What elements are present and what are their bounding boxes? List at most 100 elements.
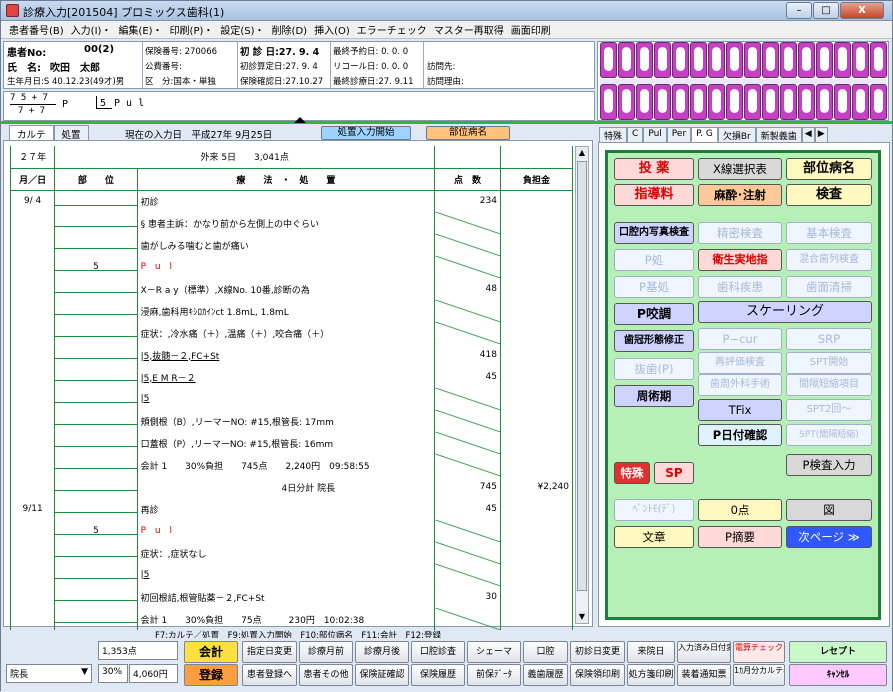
tooth-icon[interactable] (690, 42, 707, 78)
rtab-pul[interactable]: Pul (643, 127, 667, 142)
tooth-icon[interactable] (780, 42, 797, 78)
table-row[interactable]: 5P u l (9, 520, 574, 542)
p-cur-button[interactable]: P−cur (698, 328, 782, 350)
tooth-icon[interactable] (672, 42, 689, 78)
oral-button[interactable]: 口腔 (523, 641, 568, 663)
rtab-kesson-br[interactable]: 欠損Br (717, 127, 756, 142)
tooth-icon[interactable] (870, 84, 887, 120)
dental-disease-button[interactable]: 歯科疾患 (698, 276, 782, 298)
maximize-button[interactable]: □ (813, 2, 839, 19)
tab-scroll-left-icon[interactable]: ◀ (801, 127, 815, 142)
tokushu-button[interactable]: 特殊 (614, 462, 650, 484)
karte-scrollbar[interactable]: ▲ ▼ (575, 146, 589, 624)
precise-exam-button[interactable]: 精密検査 (698, 222, 782, 244)
rtab-c[interactable]: C (627, 127, 644, 142)
table-row[interactable]: 会計 1 30%負担 745点 2,240円 09:58:55 (9, 454, 574, 476)
table-row[interactable]: |5 (9, 564, 574, 586)
scroll-thumb[interactable] (577, 161, 587, 591)
visit-date-button[interactable]: 来院日 (627, 641, 675, 663)
tooth-icon[interactable] (618, 84, 635, 120)
table-row[interactable]: 浸麻,歯科用ｷｼﾛｶｲﾝct 1.8mL, 1.8mL (9, 300, 574, 322)
interval-short-button[interactable]: 間隔短縮項目 (786, 374, 872, 396)
scroll-up-icon[interactable]: ▲ (576, 147, 588, 159)
patient-other-button[interactable]: 患者その他 (299, 664, 353, 686)
tooth-icon[interactable] (834, 42, 851, 78)
table-row[interactable]: 初回根詰,根管貼薬－２,FC+St 30 (9, 586, 574, 608)
sp-button[interactable]: SP (654, 462, 694, 484)
tooth-icon[interactable] (762, 84, 779, 120)
insurance-receipt-print-button[interactable]: 保険領印刷 (570, 664, 625, 686)
upper-teeth-row[interactable] (600, 42, 887, 78)
tooth-icon[interactable] (762, 42, 779, 78)
prescription-print-button[interactable]: 処方箋印刷 (627, 664, 675, 686)
fitting-notice-button[interactable]: 装着通知票 (677, 664, 731, 686)
shido-button[interactable]: 指導料 (614, 184, 694, 206)
menu-print[interactable]: 印刷(P)・ (170, 22, 214, 37)
rtab-pg[interactable]: P. G (691, 127, 718, 142)
tooth-icon[interactable] (600, 42, 617, 78)
srp-button[interactable]: SRP (786, 328, 872, 350)
extraction-p-button[interactable]: 抜歯(P) (614, 358, 694, 380)
toroku-button[interactable]: 登録 (184, 664, 238, 686)
table-row[interactable]: |5,抜髄－２,FC+St 418 (9, 344, 574, 366)
spt-start-button[interactable]: SPT開始 (786, 352, 872, 374)
toyaku-button[interactable]: 投 薬 (614, 158, 694, 180)
table-row[interactable]: 症状：,症状なし (9, 542, 574, 564)
xray-select-button[interactable]: X線選択表 (698, 158, 782, 180)
tooth-icon[interactable] (636, 42, 653, 78)
perio-surgery-button[interactable]: 歯周外科手術 (698, 374, 782, 396)
tooth-icon[interactable] (672, 84, 689, 120)
insurance-history-button[interactable]: 保険履歴 (411, 664, 465, 686)
tooth-icon[interactable] (816, 84, 833, 120)
basic-exam-button[interactable]: 基本検査 (786, 222, 872, 244)
splitter-bar[interactable] (1, 121, 892, 124)
table-row[interactable]: § 患者主訴：かなり前から左側上の中ぐらい (9, 212, 574, 234)
table-row[interactable]: 頬側根（B）,リーマーNO: #15,根管長: 17mm (9, 410, 574, 432)
tooth-icon[interactable] (726, 42, 743, 78)
schema-button[interactable]: シェーマ (467, 641, 521, 663)
tab-scroll-right-icon[interactable]: ▶ (814, 127, 828, 142)
table-row[interactable]: |5 (9, 388, 574, 410)
scroll-down-icon[interactable]: ▼ (576, 611, 588, 623)
kensa-button[interactable]: 検査 (786, 184, 872, 206)
table-row[interactable]: 症状：,冷水痛（＋）,温痛（＋）,咬合痛（＋） (9, 322, 574, 344)
tooth-icon[interactable] (798, 42, 815, 78)
table-row[interactable]: 歯がしみる噛むと歯が痛い (9, 234, 574, 256)
table-row[interactable]: 9/ 4 初診 234 (9, 190, 574, 212)
menu-input[interactable]: 入力(I)・ (71, 22, 112, 37)
menu-screen-print[interactable]: 画面印刷 (511, 22, 551, 37)
table-row[interactable]: 9/11 再診 45 (9, 498, 574, 520)
tooth-cleaning-button[interactable]: 歯面清掃 (786, 276, 872, 298)
tooth-icon[interactable] (726, 84, 743, 120)
table-row[interactable]: 会計 1 30%負担 75点 230円 10:02:38 (9, 608, 574, 630)
treatment-input-start-button[interactable]: 処置入力開始 (321, 126, 411, 140)
p-date-confirm-button[interactable]: P日付確認 (698, 424, 782, 446)
tooth-icon[interactable] (708, 84, 725, 120)
prev-month-button[interactable]: 診療月前 (299, 641, 353, 663)
tooth-icon[interactable] (834, 84, 851, 120)
anesthesia-button[interactable]: 麻酔･注射 (698, 184, 782, 206)
rtab-shinsei-gishi[interactable]: 新製義歯 (755, 127, 802, 142)
cancel-button[interactable]: ｷｬﾝｾﾙ (789, 664, 887, 686)
entered-date-change-button[interactable]: 入力済み日付変更 (677, 641, 731, 663)
tooth-icon[interactable] (852, 42, 869, 78)
tooth-icon[interactable] (708, 42, 725, 78)
next-month-button[interactable]: 診療月後 (355, 641, 409, 663)
figure-button[interactable]: 図 (786, 499, 872, 521)
menu-error-check[interactable]: エラーチェック (357, 22, 427, 37)
menu-master-reload[interactable]: マスター再取得 (434, 22, 504, 37)
table-row[interactable]: X－R a y（標準）,X線No. 10番,診断の為 48 (9, 278, 574, 300)
tab-karte[interactable]: カルテ (9, 125, 54, 141)
receipt-button[interactable]: レセプト (789, 641, 887, 663)
table-row[interactable]: 4日分計 院長 745 ¥2,240 (9, 476, 574, 498)
table-row[interactable]: 口蓋根（P）,リーマーNO: #15,根管長: 16mm (9, 432, 574, 454)
zero-point-button[interactable]: 0点 (698, 499, 782, 521)
oral-photo-button[interactable]: 口腔内写真検査 (614, 222, 694, 244)
p-exam-input-button[interactable]: P検査入力 (786, 454, 872, 476)
first-visit-change-button[interactable]: 初診日変更 (570, 641, 625, 663)
tooth-icon[interactable] (690, 84, 707, 120)
menu-edit[interactable]: 編集(E)・ (118, 22, 162, 37)
table-row[interactable]: 5P u l (9, 256, 574, 278)
kaikei-button[interactable]: 会計 (184, 641, 238, 663)
oral-exam-button[interactable]: 口腔診査 (411, 641, 465, 663)
